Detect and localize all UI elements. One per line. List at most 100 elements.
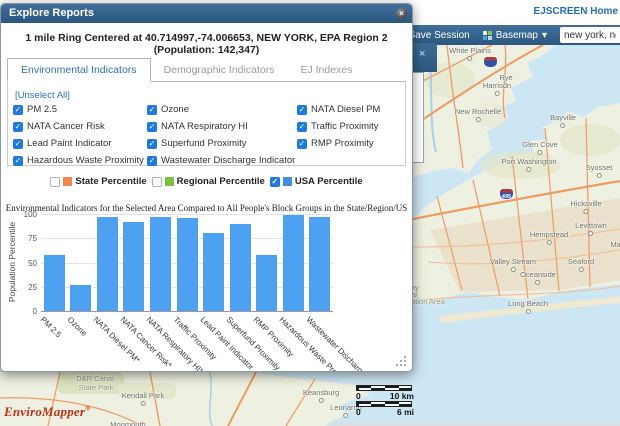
- chart-bar: [230, 224, 251, 311]
- tabs: Environmental IndicatorsDemographic Indi…: [7, 58, 406, 82]
- indicator-item: ✓ PM 2.5: [13, 104, 147, 115]
- chart-bar: [309, 217, 330, 311]
- chart-bar: [44, 255, 65, 311]
- indicator-item: ✓ RMP Proximity: [297, 138, 400, 149]
- legend-checkbox[interactable]: [152, 177, 162, 187]
- indicator-item: ✓ Ozone: [147, 104, 297, 115]
- indicator-item: ✓ NATA Cancer Risk: [13, 121, 147, 132]
- indicator-label: Wastewater Discharge Indicator: [161, 155, 295, 166]
- indicator-grid: ✓ PM 2.5 ✓ Ozone ✓ NATA Diesel PM ✓ NATA Cancer…: [13, 104, 400, 166]
- explore-reports-dialog: Explore Reports × 1 mile Ring Centered a…: [0, 3, 413, 372]
- close-icon[interactable]: ×: [396, 8, 407, 19]
- indicator-checkbox[interactable]: ✓: [147, 156, 157, 166]
- x-axis-label: NATA Diesel PM*: [92, 315, 142, 365]
- legend-item: Regional Percentile: [152, 176, 265, 187]
- scale-km-end: 10 km: [390, 391, 414, 401]
- indicator-label: NATA Cancer Risk: [27, 121, 105, 132]
- y-axis-tick: 25: [17, 283, 37, 292]
- chart-bar: [150, 217, 171, 311]
- legend-swatch: [63, 177, 72, 186]
- chart-bar: [256, 255, 277, 311]
- indicator-item: ✓ Wastewater Discharge Indicator: [147, 155, 297, 166]
- indicator-label: Superfund Proximity: [161, 138, 247, 149]
- indicator-checkbox[interactable]: ✓: [147, 105, 157, 115]
- legend-swatch: [283, 177, 292, 186]
- indicator-label: Ozone: [161, 104, 189, 115]
- registered-mark: ®: [85, 405, 90, 413]
- chart-bar: [203, 233, 224, 311]
- indicator-label: NATA Diesel PM: [311, 104, 380, 115]
- chart-bar: [283, 215, 304, 311]
- indicator-label: Lead Paint Indicator: [27, 138, 112, 149]
- indicator-checkbox[interactable]: ✓: [13, 156, 23, 166]
- legend-label: Regional Percentile: [177, 176, 265, 187]
- enviromapper-logo: EnviroMapper®: [4, 404, 91, 420]
- y-axis-tick: 100: [17, 210, 37, 219]
- chart-bar: [70, 285, 91, 311]
- scale-bar-km: [356, 385, 412, 391]
- basemap-button[interactable]: Basemap ▾: [483, 30, 547, 41]
- chart-legend: State Percentile Regional Percentile ✓ USA …: [1, 176, 412, 187]
- chart-plot: 0255075100PM 2.5OzoneNATA Diesel PM*NATA…: [41, 214, 333, 311]
- x-axis-label: PM 2.5: [39, 315, 63, 339]
- indicator-panel: [Unselect All] ✓ PM 2.5 ✓ Ozone ✓ NATA Diesel…: [7, 82, 406, 166]
- chart-bar: [97, 217, 118, 311]
- scale-mi-end: 6 mi: [397, 407, 414, 417]
- tab-ej-indexes[interactable]: EJ Indexes: [287, 59, 365, 81]
- tab-demographic-indicators[interactable]: Demographic Indicators: [151, 59, 288, 81]
- x-axis-label: Wastewater Discharge Indicator: [304, 315, 390, 372]
- legend-swatch: [165, 177, 174, 186]
- indicator-item: ✓ Superfund Proximity: [147, 138, 297, 149]
- indicator-item: ✓ Lead Paint Indicator: [13, 138, 147, 149]
- unselect-all-link[interactable]: [Unselect All]: [15, 90, 70, 101]
- ejscreen-home-link[interactable]: EJSCREEN Home: [534, 6, 618, 17]
- ejscreen-app: White PlainsRyeHarrisonNew RochelleBayvi…: [0, 0, 620, 426]
- scale-mi-start: 0: [356, 407, 361, 417]
- indicator-label: Hazardous Waste Proximity: [27, 155, 144, 166]
- report-subtitle: 1 mile Ring Centered at 40.714997,-74.00…: [1, 32, 412, 56]
- legend-item: ✓ USA Percentile: [270, 176, 363, 187]
- chart-bar: [123, 222, 144, 311]
- resize-grip-icon[interactable]: [404, 356, 406, 358]
- indicator-label: NATA Respiratory HI: [161, 121, 248, 132]
- indicator-item: ✓ Hazardous Waste Proximity: [13, 155, 147, 166]
- legend-checkbox[interactable]: ✓: [270, 177, 280, 187]
- indicator-item: ✓ NATA Respiratory HI: [147, 121, 297, 132]
- indicator-label: PM 2.5: [27, 104, 57, 115]
- map-scale-bar: 0 10 km 0 6 mi: [356, 385, 414, 417]
- basemap-icon: [483, 31, 492, 40]
- indicator-checkbox[interactable]: ✓: [13, 139, 23, 149]
- indicator-checkbox[interactable]: ✓: [147, 122, 157, 132]
- legend-checkbox[interactable]: [50, 177, 60, 187]
- chart-bar: [177, 218, 198, 311]
- chevron-down-icon: ▾: [542, 30, 547, 41]
- indicator-checkbox[interactable]: ✓: [297, 122, 307, 132]
- legend-label: State Percentile: [75, 176, 146, 187]
- indicator-checkbox[interactable]: ✓: [13, 105, 23, 115]
- background-panel-header: ×: [413, 43, 437, 72]
- indicator-checkbox[interactable]: ✓: [13, 122, 23, 132]
- search-input[interactable]: [560, 27, 620, 43]
- chart-title: Environmental Indicators for the Selecte…: [1, 203, 412, 213]
- indicator-checkbox[interactable]: ✓: [297, 139, 307, 149]
- y-axis-tick: 0: [17, 307, 37, 316]
- legend-label: USA Percentile: [295, 176, 363, 187]
- scale-bar-mi: [356, 401, 412, 407]
- tab-environmental-indicators[interactable]: Environmental Indicators: [7, 58, 151, 82]
- close-icon[interactable]: ×: [419, 48, 425, 60]
- indicator-item: ✓ Traffic Proximity: [297, 121, 400, 132]
- indicator-checkbox[interactable]: ✓: [297, 105, 307, 115]
- legend-item: State Percentile: [50, 176, 146, 187]
- y-axis-label: Population Percentile: [7, 217, 17, 307]
- y-axis-tick: 50: [17, 259, 37, 268]
- dialog-titlebar[interactable]: Explore Reports ×: [1, 4, 412, 23]
- y-axis-tick: 75: [17, 234, 37, 243]
- indicator-item: ✓ NATA Diesel PM: [297, 104, 400, 115]
- x-axis-label: Ozone: [65, 315, 88, 338]
- scale-km-start: 0: [356, 391, 361, 401]
- indicator-label: RMP Proximity: [311, 138, 374, 149]
- dialog-title: Explore Reports: [9, 7, 94, 19]
- chart-gridline: [41, 311, 333, 312]
- indicator-label: Traffic Proximity: [311, 121, 379, 132]
- indicator-checkbox[interactable]: ✓: [147, 139, 157, 149]
